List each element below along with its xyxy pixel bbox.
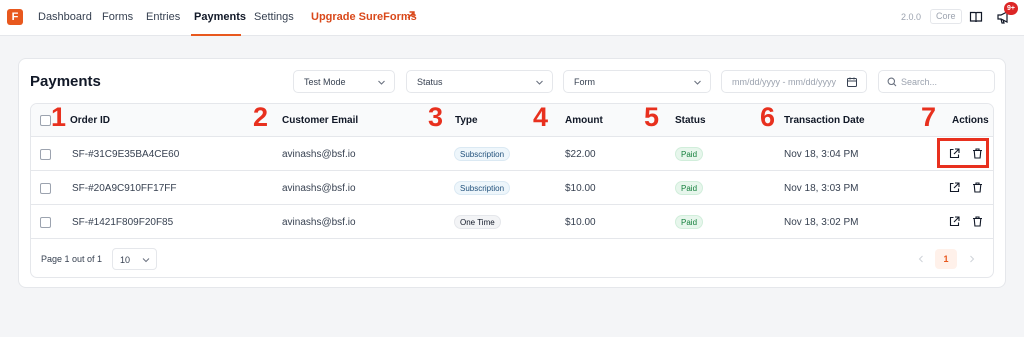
annotation-marker-4: 4 <box>533 102 549 132</box>
top-nav-bar: F Dashboard Forms Entries Payments Setti… <box>0 0 1024 36</box>
per-page-select[interactable]: 10 <box>112 248 157 270</box>
column-actions: Actions <box>952 115 989 126</box>
nav-dashboard[interactable]: Dashboard <box>38 11 92 23</box>
chevron-down-icon <box>694 80 701 85</box>
calendar-icon[interactable] <box>846 76 858 88</box>
active-nav-indicator <box>191 34 241 36</box>
column-status[interactable]: Status <box>675 115 706 126</box>
chevron-down-icon <box>536 80 543 85</box>
row-checkbox[interactable] <box>40 149 51 160</box>
upgrade-link[interactable]: Upgrade SureForms <box>311 11 417 23</box>
order-id: SF-#1421F809F20F85 <box>72 217 174 228</box>
chevron-right-icon[interactable] <box>968 255 976 263</box>
status-select[interactable]: Status <box>406 70 553 93</box>
order-id: SF-#20A9C910FF17FF <box>72 183 177 194</box>
search-icon <box>887 77 897 87</box>
book-icon[interactable] <box>969 10 983 24</box>
notification-badge: 9+ <box>1004 2 1018 15</box>
status-badge: Paid <box>675 181 704 195</box>
table-header: Order ID Customer Email Type Amount Stat… <box>31 104 993 137</box>
trash-icon[interactable] <box>972 182 983 193</box>
customer-email: avinashs@bsf.io <box>282 217 356 228</box>
page-button-current[interactable]: 1 <box>935 249 957 269</box>
page-info: Page 1 out of 1 <box>41 254 103 264</box>
order-id: SF-#31C9E35BA4CE60 <box>72 149 180 160</box>
transaction-date: Nov 18, 3:04 PM <box>784 149 859 160</box>
form-select[interactable]: Form <box>563 70 711 93</box>
amount: $22.00 <box>565 149 596 160</box>
chevron-left-icon[interactable] <box>917 255 925 263</box>
payments-table: Order ID Customer Email Type Amount Stat… <box>30 103 994 278</box>
transaction-date: Nov 18, 3:03 PM <box>784 183 859 194</box>
status-select-placeholder: Status <box>417 77 443 87</box>
annotation-marker-3: 3 <box>428 102 444 132</box>
table-footer: Page 1 out of 1 10 1 <box>31 241 993 277</box>
open-external-icon[interactable] <box>949 216 960 227</box>
row-checkbox[interactable] <box>40 217 51 228</box>
amount: $10.00 <box>565 183 596 194</box>
per-page-value: 10 <box>120 255 131 265</box>
annotation-marker-2: 2 <box>253 102 269 132</box>
annotation-marker-5: 5 <box>644 102 660 132</box>
annotation-marker-1: 1 <box>51 102 67 132</box>
status-badge: Paid <box>675 147 704 161</box>
column-transaction-date[interactable]: Transaction Date <box>784 115 865 126</box>
annotation-marker-6: 6 <box>760 102 776 132</box>
transaction-date: Nov 18, 3:02 PM <box>784 217 859 228</box>
date-range-placeholder: mm/dd/yyyy - mm/dd/yyyy <box>732 77 837 87</box>
nav-settings[interactable]: Settings <box>254 11 294 23</box>
nav-entries[interactable]: Entries <box>146 11 180 23</box>
mode-select[interactable]: Test Mode <box>293 70 395 93</box>
nav-forms[interactable]: Forms <box>102 11 133 23</box>
external-arrow-icon <box>407 11 415 19</box>
column-customer-email[interactable]: Customer Email <box>282 115 358 126</box>
sureforms-logo[interactable]: F <box>7 9 23 25</box>
page-title: Payments <box>30 73 101 90</box>
type-badge: Subscription <box>454 147 511 161</box>
customer-email: avinashs@bsf.io <box>282 149 356 160</box>
table-row: SF-#20A9C910FF17FF avinashs@bsf.io Subsc… <box>31 171 993 205</box>
plan-badge: Core <box>930 9 962 24</box>
nav-payments[interactable]: Payments <box>194 11 246 23</box>
version-label: 2.0.0 <box>901 12 922 22</box>
open-external-icon[interactable] <box>949 182 960 193</box>
type-badge: One Time <box>454 215 501 229</box>
column-amount[interactable]: Amount <box>565 115 603 126</box>
customer-email: avinashs@bsf.io <box>282 183 356 194</box>
amount: $10.00 <box>565 217 596 228</box>
column-order-id[interactable]: Order ID <box>70 115 110 126</box>
chevron-down-icon <box>142 258 150 263</box>
chevron-down-icon <box>378 80 385 85</box>
actions-highlight-box <box>937 138 989 168</box>
search-input[interactable]: Search... <box>878 70 995 93</box>
select-all-checkbox[interactable] <box>40 115 51 126</box>
trash-icon[interactable] <box>972 216 983 227</box>
column-type[interactable]: Type <box>455 115 478 126</box>
form-select-placeholder: Form <box>574 77 595 87</box>
table-row: SF-#31C9E35BA4CE60 avinashs@bsf.io Subsc… <box>31 137 993 171</box>
mode-select-value: Test Mode <box>304 77 346 87</box>
annotation-marker-7: 7 <box>921 102 937 132</box>
row-checkbox[interactable] <box>40 183 51 194</box>
search-placeholder: Search... <box>901 77 938 87</box>
type-badge: Subscription <box>454 181 511 195</box>
date-range-input[interactable]: mm/dd/yyyy - mm/dd/yyyy <box>721 70 867 93</box>
status-badge: Paid <box>675 215 704 229</box>
table-row: SF-#1421F809F20F85 avinashs@bsf.io One T… <box>31 205 993 239</box>
